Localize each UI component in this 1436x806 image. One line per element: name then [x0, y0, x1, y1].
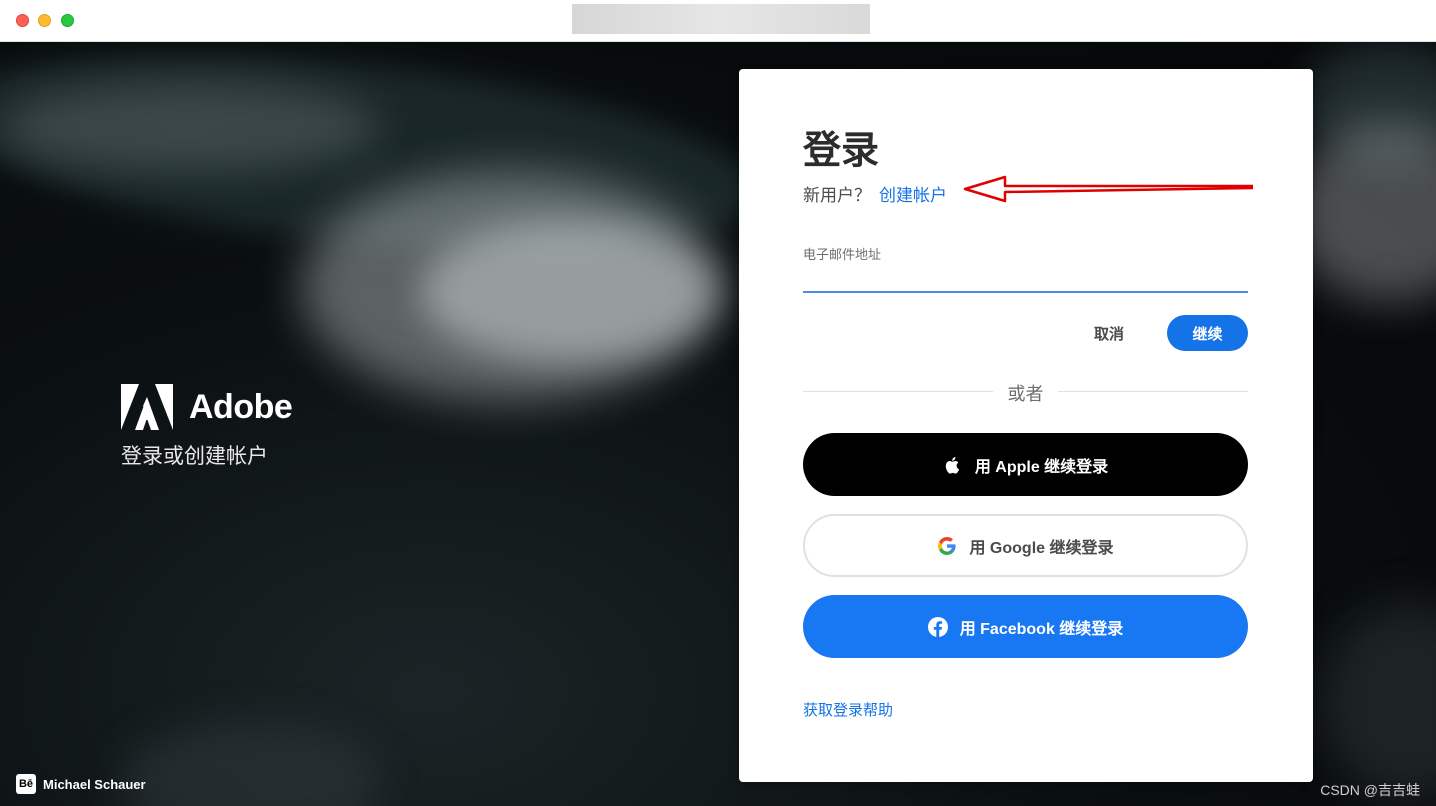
email-field-label: 电子邮件地址: [803, 247, 882, 262]
or-divider-text: 或者: [1007, 384, 1044, 404]
behance-icon: Bē: [16, 774, 36, 794]
page-title: 登录: [803, 130, 880, 172]
new-user-prompt: 新用户？: [803, 186, 871, 205]
apple-signin-label: 用 Apple 继续登录: [974, 458, 1109, 476]
brand-panel: Adobe 登录或创建帐户: [121, 384, 293, 470]
new-user-row: 新用户？ 创建帐户: [803, 181, 947, 206]
signin-help-link[interactable]: 获取登录帮助: [803, 699, 893, 720]
brand-tagline: 登录或创建帐户: [121, 445, 268, 468]
facebook-icon: [927, 616, 948, 637]
facebook-signin-label: 用 Facebook 继续登录: [959, 620, 1124, 638]
blurred-title-bar: [572, 4, 870, 34]
or-divider: 或者: [803, 380, 1248, 404]
cancel-button[interactable]: 取消: [1079, 316, 1139, 350]
facebook-signin-button[interactable]: 用 Facebook 继续登录: [803, 595, 1248, 658]
window-titlebar: [0, 0, 1436, 42]
apple-signin-button[interactable]: 用 Apple 继续登录: [803, 433, 1248, 496]
adobe-logo-icon: [121, 384, 173, 430]
minimize-window-button[interactable]: [38, 14, 51, 27]
google-signin-label: 用 Google 继续登录: [969, 539, 1114, 557]
adobe-logo: Adobe: [121, 384, 293, 430]
photo-credit[interactable]: Bē Michael Schauer: [16, 774, 146, 794]
close-window-button[interactable]: [16, 14, 29, 27]
adobe-wordmark: Adobe: [189, 387, 293, 426]
login-card: 登录 新用户？ 创建帐户 电子邮件地址 取消 继续 或者 用 Apple 继续登…: [739, 69, 1313, 782]
red-arrow-annotation: [963, 175, 1254, 203]
email-field[interactable]: [803, 263, 1248, 293]
maximize-window-button[interactable]: [61, 14, 74, 27]
google-icon: [938, 536, 957, 555]
apple-icon: [945, 456, 959, 474]
create-account-link[interactable]: 创建帐户: [879, 181, 947, 206]
google-signin-button[interactable]: 用 Google 继续登录: [803, 514, 1248, 577]
csdn-watermark: CSDN @吉吉蛙: [1320, 782, 1420, 798]
continue-button[interactable]: 继续: [1167, 315, 1248, 351]
photographer-name: Michael Schauer: [43, 776, 146, 792]
